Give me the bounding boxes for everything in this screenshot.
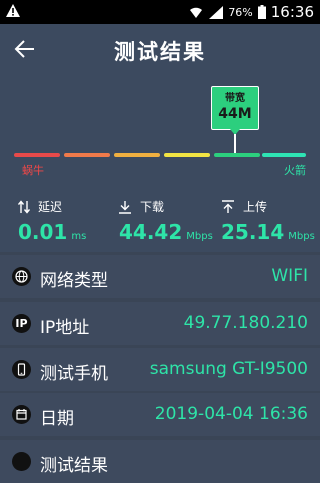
latency-value: 0.01 ms xyxy=(18,220,86,244)
upload-label: 上传 xyxy=(243,200,268,214)
info-row-network-type: 网络类型 WIFI xyxy=(0,255,320,298)
row-value: samsung GT-I9500 xyxy=(149,359,308,379)
status-bar: 76% 16:36 xyxy=(0,0,320,24)
info-row-date: 日期 2019-04-04 16:36 xyxy=(0,393,320,436)
row-label: 测试结果 xyxy=(40,456,108,476)
globe-icon xyxy=(12,267,31,286)
wifi-icon xyxy=(190,7,203,18)
speed-gauge: 带宽 44M 蜗牛 火箭 xyxy=(0,74,320,184)
clock: 16:36 xyxy=(270,3,314,21)
bandwidth-bubble: 带宽 44M xyxy=(211,86,259,130)
download-header: 下载 xyxy=(118,198,164,215)
gauge-segment xyxy=(262,153,306,157)
info-row-test-phone: 测试手机 samsung GT-I9500 xyxy=(0,348,320,391)
download-unit: Mbps xyxy=(186,231,213,242)
slow-label: 蜗牛 xyxy=(22,164,44,177)
row-label: 日期 xyxy=(40,409,74,429)
upload-unit: Mbps xyxy=(288,231,315,242)
gauge-segment xyxy=(114,153,160,157)
latency-number: 0.01 xyxy=(18,220,68,244)
gauge-segment xyxy=(64,153,110,157)
row-label: 测试手机 xyxy=(40,364,108,384)
page-title: 测试结果 xyxy=(114,40,206,64)
up-down-arrows-icon xyxy=(18,199,30,214)
latency-header: 延迟 xyxy=(18,198,62,215)
app-bar: 测试结果 xyxy=(0,24,320,74)
row-value: 2019-04-04 16:36 xyxy=(154,404,308,424)
download-icon xyxy=(119,200,131,214)
upload-value: 25.14 Mbps xyxy=(221,220,315,244)
upload-number: 25.14 xyxy=(221,220,285,244)
phone-icon xyxy=(12,360,31,379)
row-value: 49.77.180.210 xyxy=(183,313,308,333)
row-value: WIFI xyxy=(271,266,308,286)
latency-label: 延迟 xyxy=(38,200,63,214)
gauge-segment xyxy=(164,153,210,157)
calendar-icon xyxy=(12,405,31,424)
download-number: 44.42 xyxy=(119,220,183,244)
fast-label: 火箭 xyxy=(284,164,306,177)
gauge-pointer xyxy=(234,134,236,154)
row-label: 网络类型 xyxy=(40,271,108,291)
row-label: IP地址 xyxy=(40,318,90,338)
battery-percent: 76% xyxy=(228,5,253,19)
speed-stats: 延迟 0.01 ms 下载 44.42 Mbps 上传 25.14 Mbps xyxy=(0,184,320,252)
latency-unit: ms xyxy=(71,231,87,242)
download-label: 下载 xyxy=(140,200,165,214)
battery-icon xyxy=(257,5,266,19)
info-row-ip-address: IP IP地址 49.77.180.210 xyxy=(0,302,320,345)
result-icon xyxy=(12,452,31,471)
download-value: 44.42 Mbps xyxy=(119,220,213,244)
signal-icon xyxy=(209,5,224,19)
bandwidth-label: 带宽 xyxy=(225,93,245,104)
warning-icon xyxy=(6,4,20,17)
ip-icon: IP xyxy=(12,314,31,333)
gauge-segment xyxy=(214,153,260,157)
bandwidth-value: 44M xyxy=(218,106,252,122)
upload-icon xyxy=(222,199,234,213)
gauge-segment xyxy=(14,153,60,157)
upload-header: 上传 xyxy=(221,198,267,215)
info-row-test-result: 测试结果 xyxy=(0,440,320,483)
